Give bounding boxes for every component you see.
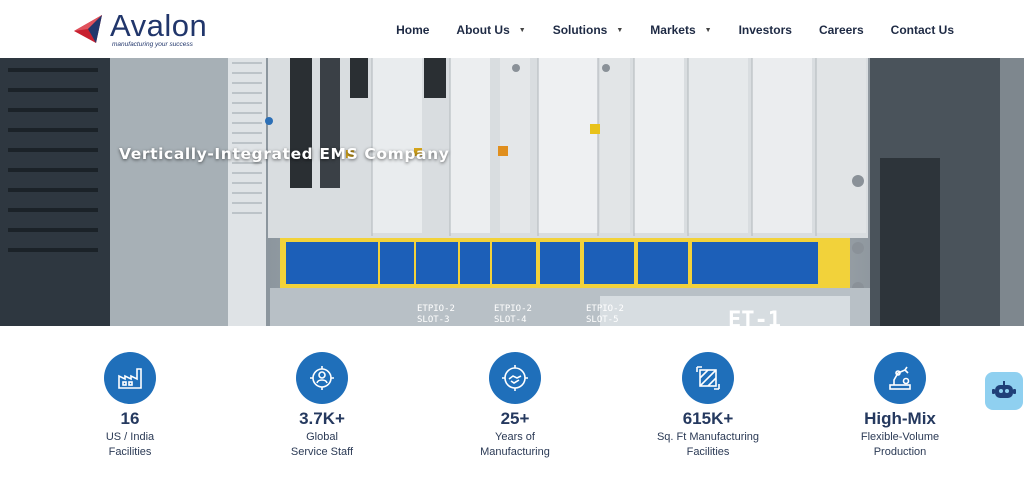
- stat-value: High-Mix: [864, 409, 936, 428]
- nav-solutions[interactable]: Solutions ▼: [553, 23, 624, 37]
- stat-label: Facilities: [108, 446, 152, 458]
- stat-label: Production: [873, 446, 927, 458]
- site-header: Avalon manufacturing your success Home A…: [0, 0, 1024, 58]
- robot-arm-icon: [874, 352, 926, 404]
- stat-label: Years of: [495, 431, 535, 443]
- brand-tagline: manufacturing your success: [112, 41, 193, 48]
- nav-solutions-label: Solutions: [552, 23, 608, 37]
- panel-label-et1: ET-1: [728, 308, 781, 326]
- nav-investors-label: Investors: [738, 23, 792, 37]
- stat-label: Sq. Ft Manufacturing: [656, 431, 760, 443]
- brand-logo[interactable]: Avalon manufacturing your success: [72, 8, 208, 49]
- panel-label: ETPIO-2 SLOT-5: [586, 304, 624, 325]
- stat-label: Global: [306, 431, 338, 443]
- chatbot-icon: [992, 381, 1016, 398]
- hero-banner: ETPIO-2 SLOT-3 ETPIO-2 SLOT-4 ETPIO-2 SLOT-…: [0, 58, 1024, 326]
- stat-value: 615K+: [682, 409, 734, 428]
- factory-icon: [104, 352, 156, 404]
- main-nav: Home About Us ▼ Solutions ▼ Markets ▼ Inves…: [369, 0, 954, 60]
- chevron-down-icon: ▼: [518, 26, 526, 34]
- floor-area-icon: [682, 352, 734, 404]
- chatbot-button[interactable]: [985, 372, 1023, 410]
- brand-name: Avalon: [110, 8, 208, 43]
- hero-title: Vertically-Integrated EMS Company: [119, 145, 450, 163]
- stat-label: US / India: [105, 431, 155, 443]
- handshake-gear-icon: [489, 352, 541, 404]
- nav-careers[interactable]: Careers: [819, 23, 864, 37]
- nav-investors[interactable]: Investors: [739, 23, 792, 37]
- chevron-down-icon: ▼: [704, 26, 712, 34]
- nav-markets[interactable]: Markets ▼: [650, 23, 711, 37]
- nav-about-us[interactable]: About Us ▼: [456, 23, 525, 37]
- stat-label: Flexible-Volume: [860, 431, 940, 443]
- stat-value: 25+: [500, 409, 530, 428]
- stat-years: 25+ Years of Manufacturing: [435, 352, 595, 460]
- stat-service-staff: 3.7K+ Global Service Staff: [242, 352, 402, 460]
- nav-home[interactable]: Home: [396, 23, 429, 37]
- panel-label: ETPIO-2 SLOT-4: [494, 304, 532, 325]
- stat-label: Manufacturing: [480, 446, 550, 458]
- logo-mark-icon: [74, 15, 102, 43]
- hero-rack-image: [0, 58, 1024, 326]
- gear-person-icon: [296, 352, 348, 404]
- nav-contact-us[interactable]: Contact Us: [891, 23, 954, 37]
- stats-section: 16 US / India Facilities 3.7K+ Global Se…: [0, 326, 1024, 490]
- nav-about-us-label: About Us: [456, 23, 510, 37]
- panel-label: ETPIO-2 SLOT-3: [417, 304, 455, 325]
- stat-value: 3.7K+: [299, 409, 345, 428]
- nav-contact-us-label: Contact Us: [890, 23, 954, 37]
- stat-square-feet: 615K+ Sq. Ft Manufacturing Facilities: [628, 352, 788, 460]
- nav-markets-label: Markets: [650, 23, 696, 37]
- stat-facilities: 16 US / India Facilities: [50, 352, 210, 460]
- stat-value: 16: [120, 409, 140, 428]
- stat-high-mix: High-Mix Flexible-Volume Production: [820, 352, 980, 460]
- nav-careers-label: Careers: [818, 23, 864, 37]
- stat-label: Service Staff: [290, 446, 354, 458]
- nav-home-label: Home: [396, 23, 430, 37]
- chevron-down-icon: ▼: [616, 26, 624, 34]
- stat-label: Facilities: [686, 446, 730, 458]
